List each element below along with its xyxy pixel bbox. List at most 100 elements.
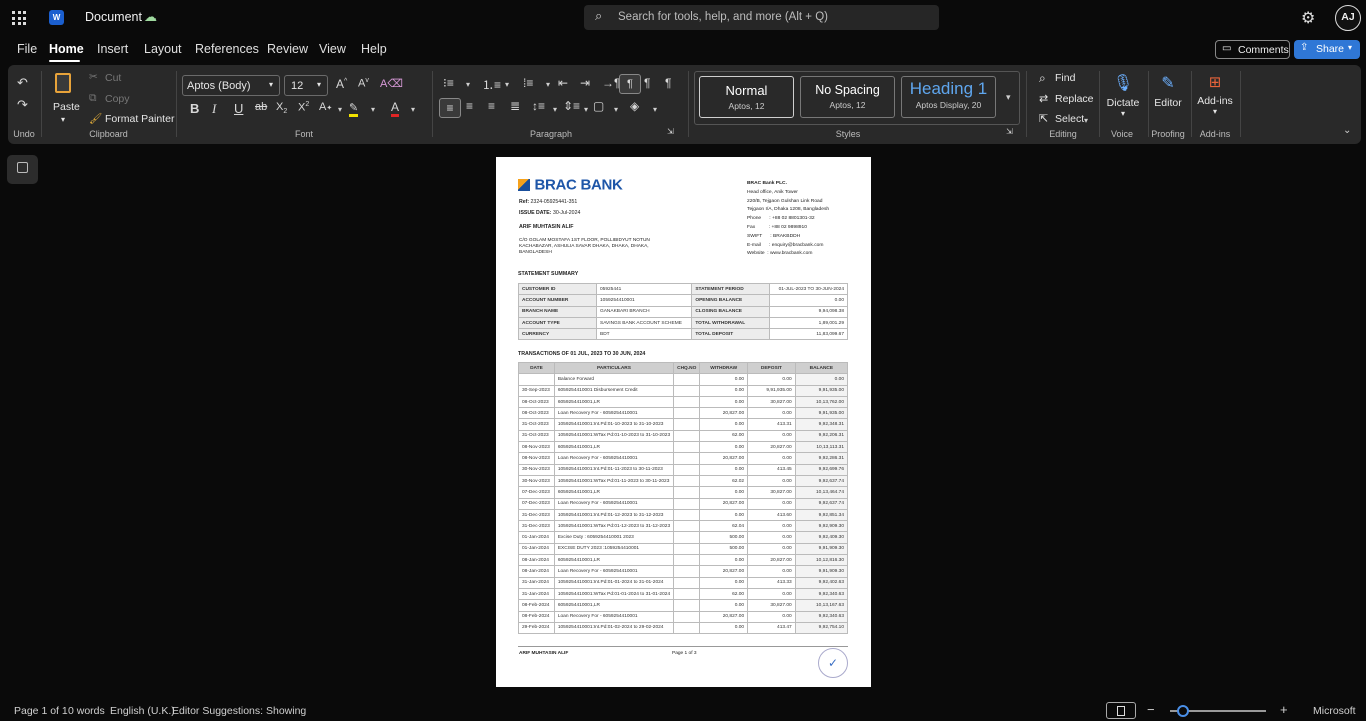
zoom-slider-thumb[interactable] [1176, 705, 1189, 717]
increase-indent-icon[interactable]: ⇥ [580, 76, 590, 90]
paragraph-spacing-icon[interactable]: ⇕≡ [563, 99, 580, 113]
redo-icon[interactable]: ↷ [17, 97, 28, 113]
decrease-indent-icon[interactable]: ⇤ [558, 76, 568, 90]
styles-expand-icon[interactable]: ▾ [1006, 92, 1011, 103]
zoom-slider[interactable] [1170, 705, 1266, 717]
document-page[interactable]: BRAC BANK Ref: 2324-05925441-351 ISSUE D… [496, 157, 871, 687]
align-left-icon[interactable]: ≡ [439, 98, 461, 118]
shrink-font-icon[interactable]: Av [358, 77, 369, 90]
txn-date: 08-Oct-2023 [518, 395, 555, 409]
editor-suggestions[interactable]: Editor Suggestions: Showing [172, 705, 306, 717]
search-box[interactable]: ⌕ Search for tools, help, and more (Alt … [584, 5, 939, 30]
chevron-down-icon[interactable]: ▾ [338, 105, 342, 114]
justify-icon[interactable]: ≣ [510, 99, 520, 113]
paste-button[interactable]: Paste ▾ [48, 71, 80, 129]
style-no-spacing[interactable]: No Spacing Aptos, 12 [800, 76, 895, 118]
ribbon-collapse-icon[interactable]: ⌄ [1343, 125, 1351, 136]
line-spacing-icon[interactable]: ↕≡ [532, 99, 545, 113]
shading-icon[interactable]: ◈ [630, 99, 639, 113]
language[interactable]: English (U.K.) [110, 705, 175, 717]
styles-launcher-icon[interactable]: ⇲ [1006, 127, 1013, 136]
zoom-out-button[interactable]: − [1147, 702, 1155, 717]
settings-gear-icon[interactable]: ⚙ [1301, 8, 1315, 28]
copy-button[interactable]: Copy [105, 93, 130, 105]
menu-view[interactable]: View [319, 42, 346, 56]
chevron-down-icon[interactable]: ▾ [505, 80, 509, 89]
multilevel-list-icon[interactable]: ⁞≡ [523, 76, 533, 90]
cloud-saved-icon[interactable]: ☁ [144, 9, 157, 25]
cut-button[interactable]: Cut [105, 72, 121, 84]
text-effects-icon[interactable]: A✦ [319, 101, 332, 113]
align-right-icon[interactable]: ≡ [488, 99, 495, 113]
show-marks-icon[interactable]: ¶ [665, 76, 671, 90]
replace-button[interactable]: Replace [1055, 93, 1094, 105]
editor-button[interactable]: ✎ Editor [1151, 73, 1185, 125]
chevron-down-icon[interactable]: ▾ [371, 105, 375, 114]
font-family-select[interactable]: Aptos (Body) ▾ [182, 75, 280, 96]
numbering-icon[interactable]: ⒈≡ [482, 76, 501, 93]
table-row: 08-Nov-2023 6059254410001,LR 0.00 20,827.00… [518, 441, 849, 454]
chevron-down-icon[interactable]: ▾ [653, 105, 657, 114]
menu-file[interactable]: File [17, 42, 37, 56]
avatar[interactable]: AJ [1335, 5, 1361, 31]
borders-icon[interactable]: ▢ [593, 99, 604, 113]
page-count[interactable]: Page 1 of 1 [14, 705, 68, 717]
undo-icon[interactable]: ↶ [17, 75, 28, 91]
superscript-icon[interactable]: X2 [298, 101, 309, 114]
menu-insert[interactable]: Insert [97, 42, 128, 56]
bold-icon[interactable]: B [190, 101, 199, 116]
highlight-icon[interactable]: ✎ [349, 101, 359, 117]
underline-icon[interactable]: U [234, 101, 243, 116]
grow-font-icon[interactable]: A^ [336, 77, 347, 91]
strikethrough-icon[interactable]: ab [255, 101, 267, 113]
chevron-down-icon[interactable]: ▾ [411, 105, 415, 114]
menu-review[interactable]: Review [267, 42, 308, 56]
align-center-icon[interactable]: ≡ [466, 99, 473, 113]
menu-home[interactable]: Home [49, 42, 84, 56]
print-layout-button[interactable] [1106, 702, 1136, 719]
voice-group-label: Voice [1110, 129, 1134, 139]
style-normal[interactable]: Normal Aptos, 12 [699, 76, 794, 118]
addins-button[interactable]: ⊞ Add-ins ▾ [1196, 73, 1234, 125]
subscript-icon[interactable]: X2 [276, 101, 287, 115]
ltr-icon[interactable]: →¶ [602, 76, 620, 90]
chevron-down-icon[interactable]: ▾ [614, 105, 618, 114]
comments-button[interactable]: ▭ Comments [1215, 40, 1290, 59]
app-launcher-icon[interactable] [12, 11, 26, 25]
menu-help[interactable]: Help [361, 42, 387, 56]
zoom-level-label[interactable]: Microsoft [1313, 705, 1356, 717]
customer-address-2: KACHABAZAR, ASHULIA SAVAR DHAKA, DHAKA, … [519, 244, 649, 249]
rtl-icon[interactable]: ¶ [619, 74, 641, 94]
txn-particulars: Loan Recovery For - 6059254410001 [553, 497, 675, 510]
document-title[interactable]: Document [85, 10, 142, 24]
share-button[interactable]: ⇪ Share ▾ [1294, 40, 1360, 59]
clear-formatting-icon[interactable]: A⌫ [380, 77, 403, 90]
navigation-pane-button[interactable] [7, 155, 38, 184]
find-button[interactable]: Find [1055, 72, 1075, 84]
select-button[interactable]: Select [1055, 113, 1084, 125]
chevron-down-icon[interactable]: ▾ [546, 80, 550, 89]
chevron-down-icon[interactable]: ▾ [553, 105, 557, 114]
bullets-icon[interactable]: ⁝≡ [443, 76, 454, 90]
paragraph-launcher-icon[interactable]: ⇲ [667, 127, 674, 136]
format-painter-button[interactable]: Format Painter [105, 113, 174, 125]
paragraph-direction-icon[interactable]: ¶ [644, 76, 650, 90]
font-color-icon[interactable]: A [391, 100, 400, 117]
italic-icon[interactable]: I [212, 101, 216, 117]
font-size-select[interactable]: 12 ▾ [284, 75, 328, 96]
txn-withdraw: 500.00 [699, 542, 749, 556]
chevron-down-icon[interactable]: ▾ [584, 105, 588, 114]
chevron-down-icon[interactable]: ▾ [1084, 116, 1088, 125]
word-count[interactable]: 0 words [68, 705, 105, 717]
zoom-in-button[interactable]: + [1280, 702, 1288, 717]
txn-cheque [673, 565, 701, 578]
summary-label: OPENING BALANCE [691, 294, 771, 307]
txn-particulars: 1059254410001:WTax Pd:01-11-2023 to 30-1… [553, 474, 675, 488]
menu-layout[interactable]: Layout [144, 42, 182, 56]
chevron-down-icon[interactable]: ▾ [466, 80, 470, 89]
menu-references[interactable]: References [195, 42, 259, 56]
summary-value: GANAKBARI BRANCH [595, 305, 693, 318]
dictate-button[interactable]: 🎙 Dictate ▾ [1104, 73, 1142, 125]
txn-cheque [673, 407, 701, 420]
style-heading-1[interactable]: Heading 1 Aptos Display, 20 [901, 76, 996, 118]
